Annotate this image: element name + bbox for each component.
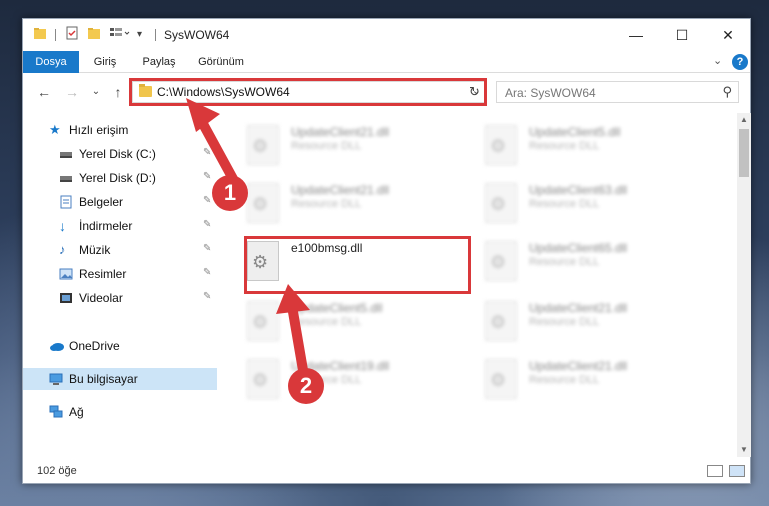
file-type: Resource DLL: [291, 198, 362, 210]
file-item[interactable]: UpdateClient5.dll Resource DLL: [219, 295, 439, 347]
maximize-button[interactable]: ☐: [659, 19, 705, 51]
scroll-thumb[interactable]: [739, 129, 749, 177]
separator: [155, 29, 156, 41]
scroll-up-icon[interactable]: ▲: [737, 113, 751, 127]
tab-file[interactable]: Dosya: [23, 51, 79, 73]
title-bar: ▾ SysWOW64 — ☐ ✕: [23, 19, 750, 51]
file-name: UpdateClient63.dll: [529, 183, 628, 197]
sidebar-item-label: Yerel Disk (D:): [79, 171, 156, 185]
ribbon-expand-icon[interactable]: ⌄: [713, 54, 722, 70]
drive-icon: [59, 147, 73, 161]
sidebar-item-network[interactable]: Ağ: [23, 401, 217, 423]
sidebar-item-label: OneDrive: [69, 339, 120, 353]
details-view-icon[interactable]: [707, 465, 723, 477]
sidebar-item-label: Belgeler: [79, 195, 124, 209]
sidebar-item-onedrive[interactable]: OneDrive: [23, 335, 217, 357]
sidebar-item-videos[interactable]: Videolar ✎: [23, 287, 217, 309]
step-1-badge: 1: [212, 175, 248, 211]
pin-icon[interactable]: ✎: [203, 267, 211, 278]
file-item[interactable]: UpdateClient21.dll Resource DLL: [457, 295, 677, 347]
sidebar-item-label: Hızlı erişim: [69, 123, 129, 137]
file-name: UpdateClient21.dll: [529, 301, 628, 315]
file-name: UpdateClient21.dll: [291, 125, 390, 139]
sidebar-item-music[interactable]: ♪ Müzik ✎: [23, 239, 217, 261]
sidebar-item-label: Resimler: [79, 267, 127, 281]
minimize-button[interactable]: —: [613, 19, 659, 51]
sidebar-item-label: Videolar: [79, 291, 123, 305]
music-icon: ♪: [59, 242, 66, 257]
sidebar-item-pictures[interactable]: Resimler ✎: [23, 263, 217, 285]
cloud-icon: [49, 339, 64, 353]
explorer-window: ▾ SysWOW64 — ☐ ✕ Dosya Giriş Paylaş Görü…: [22, 18, 751, 484]
help-icon[interactable]: ?: [732, 54, 748, 70]
tab-view[interactable]: Görünüm: [189, 51, 253, 73]
star-icon: ★: [49, 122, 61, 137]
sidebar-item-label: Bu bilgisayar: [69, 372, 138, 386]
pictures-icon: [59, 267, 73, 281]
vertical-scrollbar[interactable]: ▲ ▼: [737, 113, 751, 457]
dll-file-icon: [485, 241, 517, 281]
download-icon: ↓: [59, 218, 66, 234]
customize-toolbar-icon[interactable]: [109, 26, 131, 44]
file-item[interactable]: UpdateClient21.dll Resource DLL: [457, 353, 677, 405]
window-title: SysWOW64: [164, 28, 230, 42]
file-type: Resource DLL: [529, 374, 600, 386]
sidebar-item-label: Yerel Disk (C:): [79, 147, 156, 161]
file-type: Resource DLL: [291, 140, 362, 152]
step-2-badge: 2: [288, 368, 324, 404]
file-type: Resource DLL: [529, 256, 600, 268]
dll-file-icon: [485, 359, 517, 399]
dll-file-icon: [485, 183, 517, 223]
back-button[interactable]: ←: [35, 83, 53, 101]
file-item[interactable]: UpdateClient65.dll Resource DLL: [457, 235, 677, 287]
file-type: Resource DLL: [529, 198, 600, 210]
search-icon[interactable]: ⚲: [722, 84, 732, 100]
ribbon-tabs: Dosya Giriş Paylaş Görünüm ⌄ ?: [23, 51, 750, 73]
tab-share[interactable]: Paylaş: [131, 51, 187, 73]
file-name: UpdateClient21.dll: [291, 183, 390, 197]
large-icons-view-icon[interactable]: [729, 465, 745, 477]
file-item[interactable]: UpdateClient5.dll Resource DLL: [457, 119, 677, 171]
status-bar: 102 öğe: [23, 459, 750, 483]
file-item[interactable]: UpdateClient19.dll Resource DLL: [219, 353, 439, 405]
computer-icon: [49, 372, 63, 386]
up-button[interactable]: ↑: [109, 83, 127, 101]
file-type: Resource DLL: [529, 140, 600, 152]
folder-icon[interactable]: [33, 26, 47, 44]
file-type: Resource DLL: [529, 316, 600, 328]
video-icon: [59, 291, 73, 305]
recent-locations-button[interactable]: ⌄: [87, 83, 105, 101]
dll-file-icon: [485, 125, 517, 165]
properties-icon[interactable]: [65, 26, 79, 44]
pin-icon[interactable]: ✎: [203, 291, 211, 302]
search-placeholder: Ara: SysWOW64: [505, 86, 596, 100]
file-item[interactable]: UpdateClient63.dll Resource DLL: [457, 177, 677, 229]
file-name: UpdateClient65.dll: [529, 241, 628, 255]
pin-icon[interactable]: ✎: [203, 243, 211, 254]
file-name: UpdateClient21.dll: [529, 359, 628, 373]
close-button[interactable]: ✕: [705, 19, 751, 51]
forward-button[interactable]: →: [63, 83, 81, 101]
file-name: UpdateClient5.dll: [529, 125, 621, 139]
separator: [55, 29, 56, 41]
sidebar-item-label: Ağ: [69, 405, 84, 419]
new-folder-icon[interactable]: [87, 26, 101, 44]
network-icon: [49, 405, 63, 419]
tab-home[interactable]: Giriş: [83, 51, 127, 73]
sidebar-item-label: Müzik: [79, 243, 111, 257]
sidebar-item-downloads[interactable]: ↓ İndirmeler ✎: [23, 215, 217, 237]
search-input[interactable]: Ara: SysWOW64 ⚲: [496, 81, 739, 103]
quick-access-dropdown-icon[interactable]: ▾: [137, 26, 147, 44]
scroll-down-icon[interactable]: ▼: [737, 443, 751, 457]
sidebar-item-this-pc[interactable]: Bu bilgisayar: [23, 368, 217, 390]
item-count: 102 öğe: [37, 465, 77, 477]
sidebar-item-label: İndirmeler: [79, 219, 133, 233]
dll-file-icon: [485, 301, 517, 341]
pin-icon[interactable]: ✎: [203, 219, 211, 230]
drive-icon: [59, 171, 73, 185]
documents-icon: [59, 195, 73, 209]
